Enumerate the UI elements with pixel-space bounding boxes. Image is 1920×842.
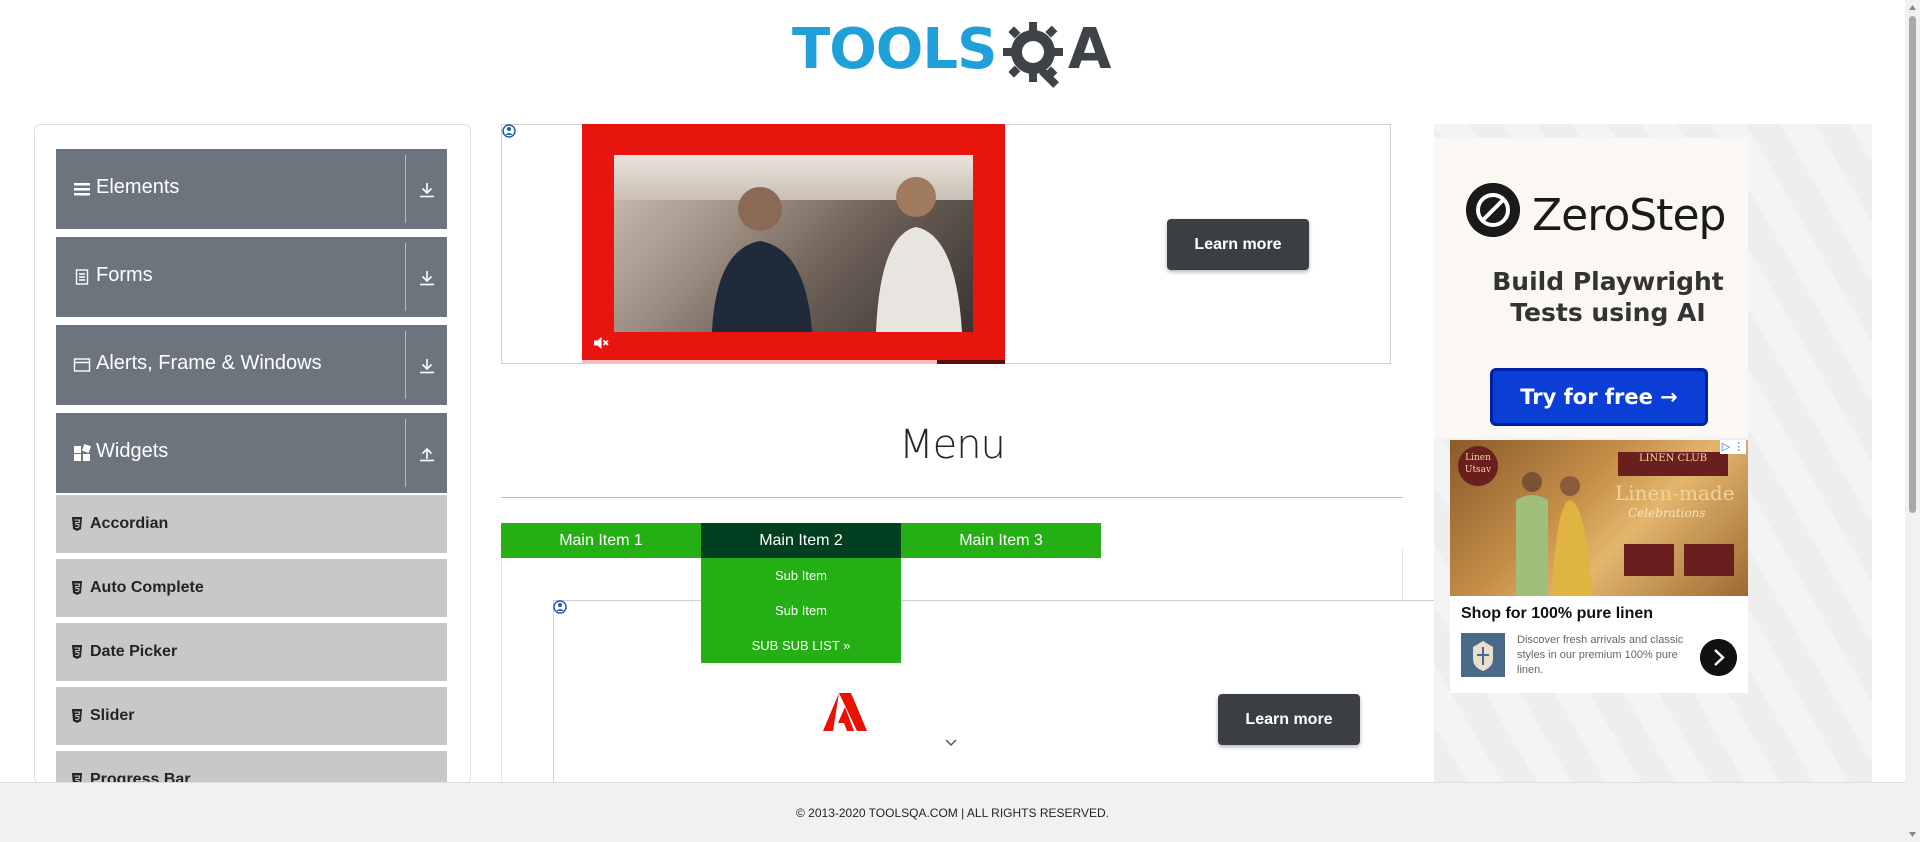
linen-ad-description: Discover fresh arrivals and classic styl… bbox=[1517, 634, 1684, 676]
linen-club-ad[interactable]: Linen Utsav LINEN CLUB Linen-made Celebr… bbox=[1450, 440, 1748, 693]
html5-icon bbox=[72, 517, 82, 531]
linen-tagline: Linen-made bbox=[1615, 481, 1735, 505]
person-figure bbox=[876, 177, 962, 332]
page-title: Menu bbox=[899, 422, 1006, 468]
scroll-down-icon[interactable] bbox=[1908, 830, 1917, 839]
nav-dropdown: Sub Item Sub Item SUB SUB LIST » bbox=[701, 558, 901, 663]
sidebar-item-accordian[interactable]: Accordian bbox=[56, 495, 447, 556]
nav-main-item-1[interactable]: Main Item 1 bbox=[501, 523, 701, 558]
left-panel: Elements Forms Alerts, Frame & Windows W… bbox=[34, 124, 471, 784]
zerostep-brand: ZeroStep bbox=[1532, 190, 1726, 241]
zerostep-headline: Build Playwright Tests using AI bbox=[1492, 267, 1724, 327]
ad-info-icon[interactable] bbox=[502, 124, 516, 138]
zerostep-ad[interactable]: ZeroStep Build Playwright Tests using AI… bbox=[1434, 138, 1748, 438]
nav-main-item-2[interactable]: Main Item 2 bbox=[701, 523, 901, 558]
ad-choices-icon[interactable]: ▷ ⋮ bbox=[1720, 440, 1746, 454]
linen-tagline-2: Celebrations bbox=[1628, 506, 1706, 520]
sidebar-item-date-picker[interactable]: Date Picker bbox=[56, 623, 447, 684]
sidebar-group-label: Alerts, Frame & Windows bbox=[96, 352, 322, 374]
html5-icon bbox=[72, 709, 82, 723]
html5-icon bbox=[72, 581, 82, 595]
learn-more-button[interactable]: Learn more bbox=[1167, 219, 1309, 270]
video-progress-remaining bbox=[937, 360, 1005, 364]
sub-item-1[interactable]: Sub Item bbox=[701, 558, 901, 593]
window-icon bbox=[73, 358, 91, 372]
page-scrollbar[interactable] bbox=[1905, 0, 1920, 842]
ad-info-icon[interactable] bbox=[553, 600, 567, 614]
person-figure bbox=[712, 187, 812, 332]
sidebar-group-label: Elements bbox=[96, 176, 180, 198]
widgets-icon bbox=[74, 444, 91, 461]
sidebar-group-alerts[interactable]: Alerts, Frame & Windows bbox=[56, 325, 447, 405]
logo-suffix: A bbox=[1068, 17, 1112, 82]
sidebar-item-label: Slider bbox=[90, 707, 135, 724]
chevron-right-icon[interactable] bbox=[1700, 639, 1737, 676]
upload-arrow-icon[interactable] bbox=[416, 443, 438, 465]
download-arrow-icon[interactable] bbox=[416, 355, 438, 377]
try-for-free-button[interactable]: Try for free → bbox=[1490, 368, 1708, 426]
sidebar-group-widgets[interactable]: Widgets bbox=[56, 413, 447, 493]
sub-sub-list[interactable]: SUB SUB LIST » bbox=[701, 628, 901, 663]
scrollbar-thumb[interactable] bbox=[1909, 16, 1916, 513]
scroll-up-icon[interactable] bbox=[1908, 3, 1917, 12]
models-figure bbox=[1516, 472, 1592, 596]
logo-text: TOOLS bbox=[792, 17, 997, 82]
sidebar-item-auto-complete[interactable]: Auto Complete bbox=[56, 559, 447, 620]
video-player[interactable] bbox=[582, 124, 1005, 364]
video-thumbnail bbox=[614, 155, 973, 332]
sidebar-group-label: Forms bbox=[96, 264, 153, 286]
sidebar-item-label: Auto Complete bbox=[90, 579, 204, 596]
linen-ad-title: Shop for 100% pure linen bbox=[1461, 605, 1654, 622]
hamburger-icon bbox=[74, 183, 90, 196]
divider bbox=[405, 155, 406, 223]
copyright-text: © 2013-2020 TOOLSQA.COM | ALL RIGHTS RES… bbox=[796, 805, 1109, 820]
sidebar-item-progress-bar[interactable]: Progress Bar bbox=[56, 751, 447, 783]
price-tags bbox=[1624, 544, 1734, 576]
footer: © 2013-2020 TOOLSQA.COM | ALL RIGHTS RES… bbox=[0, 782, 1905, 842]
chevron-down-icon[interactable] bbox=[944, 738, 958, 748]
download-arrow-icon[interactable] bbox=[416, 267, 438, 289]
sub-item-2[interactable]: Sub Item bbox=[701, 593, 901, 628]
sidebar-item-slider[interactable]: Slider bbox=[56, 687, 447, 748]
sidebar-group-forms[interactable]: Forms bbox=[56, 237, 447, 317]
video-progress bbox=[582, 360, 937, 364]
divider bbox=[405, 331, 406, 399]
right-sidebar-ad[interactable]: ZeroStep Build Playwright Tests using AI… bbox=[1434, 124, 1872, 784]
divider bbox=[405, 243, 406, 311]
learn-more-button[interactable]: Learn more bbox=[1218, 694, 1360, 745]
mute-icon[interactable] bbox=[592, 334, 610, 352]
linen-ad-image: Linen Utsav LINEN CLUB Linen-made Celebr… bbox=[1450, 440, 1748, 596]
zerostep-logo-icon bbox=[1466, 183, 1520, 237]
adobe-logo-icon bbox=[823, 693, 867, 731]
linen-utsav-badge: Linen Utsav bbox=[1458, 446, 1498, 486]
document-icon bbox=[75, 269, 89, 285]
html5-icon bbox=[72, 645, 82, 659]
download-arrow-icon[interactable] bbox=[416, 179, 438, 201]
nav-main-item-3[interactable]: Main Item 3 bbox=[901, 523, 1101, 558]
header: TOOLS A bbox=[0, 0, 1905, 100]
sidebar-group-elements[interactable]: Elements bbox=[56, 149, 447, 229]
sidebar-item-label: Date Picker bbox=[90, 643, 178, 660]
sidebar-group-label: Widgets bbox=[96, 440, 169, 462]
divider bbox=[405, 419, 406, 487]
divider bbox=[501, 497, 1403, 498]
linen-thumbnail-icon bbox=[1461, 633, 1505, 677]
gear-icon bbox=[1003, 22, 1063, 88]
linen-club-logo: LINEN CLUB bbox=[1618, 452, 1728, 476]
toolsqa-logo[interactable]: TOOLS A bbox=[792, 14, 1118, 94]
sidebar-item-label: Accordian bbox=[90, 515, 169, 532]
